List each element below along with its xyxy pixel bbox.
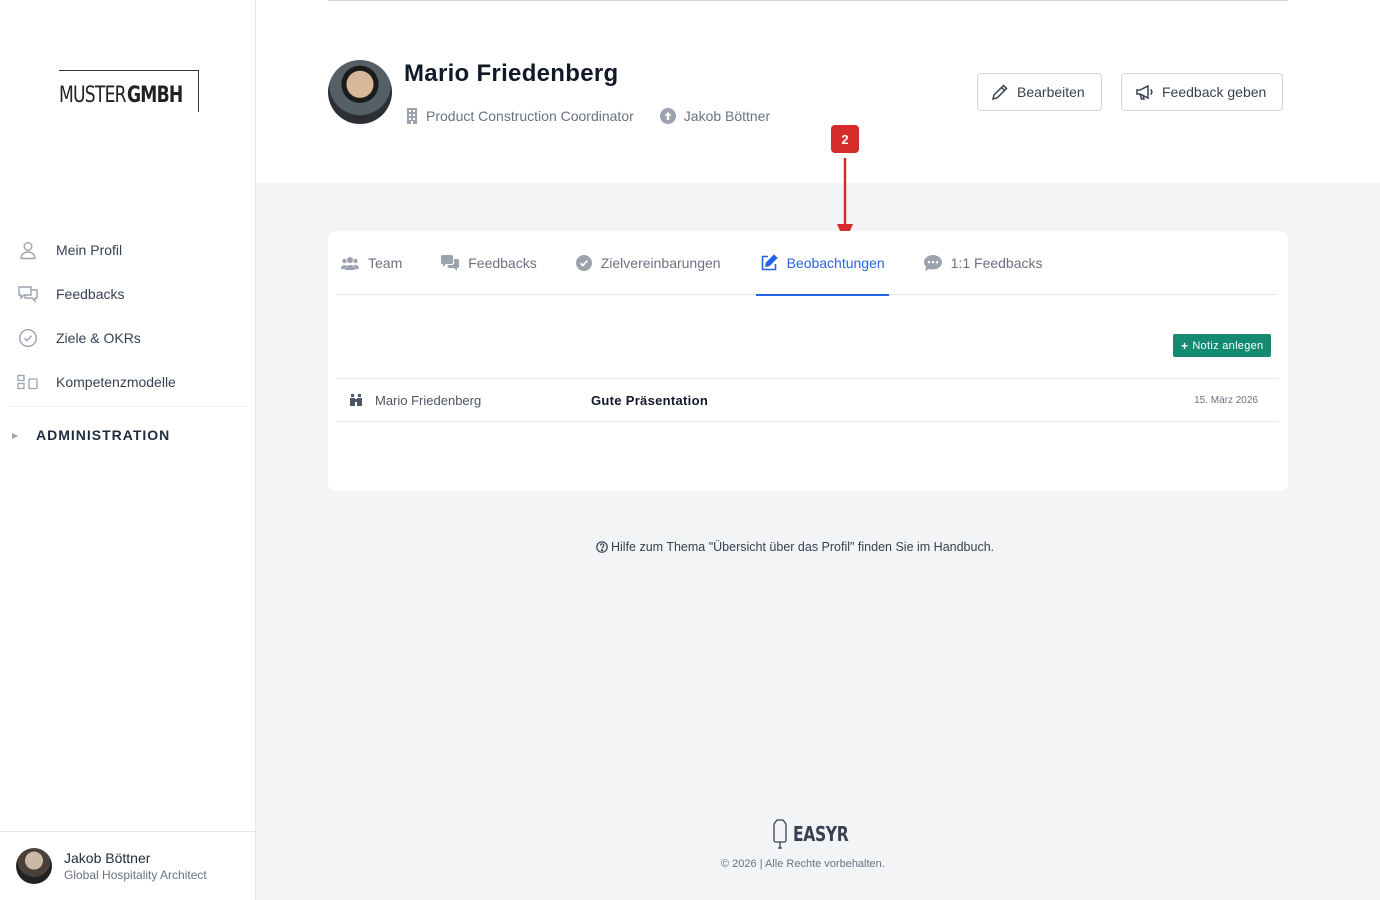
sidebar-item-label: Kompetenzmodelle xyxy=(56,374,176,390)
binoculars-icon xyxy=(349,393,363,407)
profile-avatar xyxy=(328,60,392,124)
logo-part-1: MUSTER xyxy=(59,83,127,108)
note-date: 15. März 2026 xyxy=(1194,394,1258,406)
sidebar-item-mein-profil[interactable]: Mein Profil xyxy=(0,228,256,272)
sidebar-item-administration[interactable]: ▶ ADMINISTRATION xyxy=(0,407,256,463)
sidebar-item-ziele-okrs[interactable]: Ziele & OKRs xyxy=(0,316,256,360)
current-user-role: Global Hospitality Architect xyxy=(64,868,207,882)
edit-icon xyxy=(760,254,778,272)
users-icon xyxy=(341,256,359,270)
sidebar: MUSTERGMBH Mein Profil Feedbacks Ziele &… xyxy=(0,0,256,900)
tab-label: Team xyxy=(368,255,403,271)
footer-brand: EASYR xyxy=(793,822,849,846)
caret-right-icon: ▶ xyxy=(12,430,19,440)
chat-icon xyxy=(16,282,40,306)
tab-label: Beobachtungen xyxy=(786,255,885,271)
tab-feedbacks[interactable]: Feedbacks xyxy=(437,231,540,295)
copyright: © 2026 | Alle Rechte vorbehalten. xyxy=(721,858,885,870)
easyr-logo: EASYR xyxy=(771,818,864,850)
main-nav: Mein Profil Feedbacks Ziele & OKRs Kompe… xyxy=(0,228,256,463)
sidebar-item-label: Mein Profil xyxy=(56,242,123,258)
profile-position-label: Product Construction Coordinator xyxy=(426,108,634,124)
edit-button[interactable]: Bearbeiten xyxy=(977,73,1102,111)
tab-zielvereinbarungen[interactable]: Zielvereinbarungen xyxy=(572,231,725,295)
arrow-up-circle-icon xyxy=(659,108,676,124)
question-circle-icon xyxy=(596,541,608,553)
lamp-icon xyxy=(773,819,787,849)
avatar xyxy=(16,848,52,884)
sidebar-item-feedbacks[interactable]: Feedbacks xyxy=(0,272,256,316)
add-note-button[interactable]: + Notiz anlegen xyxy=(1173,334,1272,357)
give-feedback-button-label: Feedback geben xyxy=(1162,84,1267,100)
help-label: Hilfe zum Thema "Übersicht über das Prof… xyxy=(611,540,995,554)
comment-dots-icon xyxy=(923,255,942,271)
megaphone-icon xyxy=(1135,83,1154,101)
comments-icon xyxy=(441,255,460,271)
give-feedback-button[interactable]: Feedback geben xyxy=(1121,73,1284,111)
building-icon xyxy=(406,108,418,124)
company-logo[interactable]: MUSTERGMBH xyxy=(59,70,199,112)
tab-label: 1:1 Feedbacks xyxy=(950,255,1043,271)
tab-team[interactable]: Team xyxy=(337,231,406,295)
help-text[interactable]: Hilfe zum Thema "Übersicht über das Prof… xyxy=(596,540,994,554)
note-author: Mario Friedenberg xyxy=(375,392,482,408)
blocks-icon xyxy=(16,370,40,394)
sidebar-item-kompetenzmodelle[interactable]: Kompetenzmodelle xyxy=(0,360,256,404)
profile-manager-label: Jakob Böttner xyxy=(683,108,771,124)
pencil-icon xyxy=(991,83,1009,101)
add-note-label: Notiz anlegen xyxy=(1192,339,1264,352)
table-row[interactable]: Mario Friedenberg Gute Präsentation 15. … xyxy=(337,378,1278,422)
profile-position: Product Construction Coordinator xyxy=(406,108,634,124)
current-user-box[interactable]: Jakob Böttner Global Hospitality Archite… xyxy=(0,831,255,900)
profile-header: Mario Friedenberg Product Construction C… xyxy=(256,0,1380,183)
logo-part-2: GMBH xyxy=(126,83,183,108)
tab-one-on-one-feedbacks[interactable]: 1:1 Feedbacks xyxy=(920,231,1047,295)
edit-button-label: Bearbeiten xyxy=(1017,84,1085,100)
profile-manager[interactable]: Jakob Böttner xyxy=(659,108,771,124)
current-user-name: Jakob Böttner xyxy=(64,850,151,866)
user-icon xyxy=(16,238,40,262)
profile-card: Team Feedbacks Zielvereinbarungen Beobac… xyxy=(328,231,1288,491)
profile-meta: Product Construction Coordinator Jakob B… xyxy=(406,108,796,124)
page-title: Mario Friedenberg xyxy=(404,60,619,87)
admin-label: ADMINISTRATION xyxy=(36,427,171,443)
step-marker: 2 xyxy=(831,125,859,153)
check-circle-icon xyxy=(575,255,592,271)
tab-label: Zielvereinbarungen xyxy=(600,255,721,271)
divider xyxy=(328,0,1288,1)
tab-beobachtungen[interactable]: Beobachtungen xyxy=(755,231,889,296)
tab-label: Feedbacks xyxy=(468,255,537,271)
check-circle-icon xyxy=(16,326,40,350)
sidebar-item-label: Ziele & OKRs xyxy=(56,330,141,346)
note-title[interactable]: Gute Präsentation xyxy=(591,393,708,408)
plus-icon: + xyxy=(1181,338,1189,353)
profile-tabs: Team Feedbacks Zielvereinbarungen Beobac… xyxy=(337,231,1278,296)
sidebar-item-label: Feedbacks xyxy=(56,286,125,302)
